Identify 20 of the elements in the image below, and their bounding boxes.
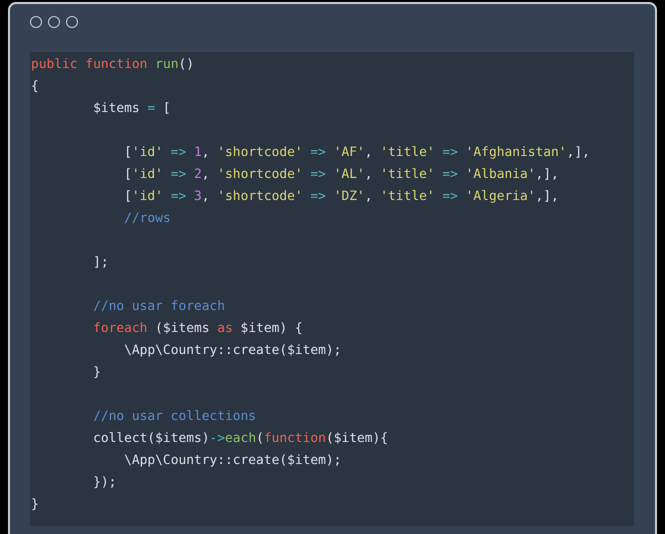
code-line: ['id' => 3, 'shortcode' => 'DZ', 'title' => 'Algeria',], <box>124 189 559 204</box>
code-line: \App\Country::create($item); <box>124 453 342 468</box>
code-line: foreach ($items as $item) { <box>93 321 303 336</box>
code-line: ['id' => 2, 'shortcode' => 'AL', 'title' => 'Albania',], <box>124 167 559 182</box>
window-control-icon[interactable] <box>30 16 42 28</box>
code-line: ['id' => 1, 'shortcode' => 'AF', 'title' => 'Afghanistan',], <box>124 145 590 160</box>
code-line: //no usar collections <box>93 409 256 424</box>
code-line: } <box>31 497 39 512</box>
window-control-icon[interactable] <box>48 16 60 28</box>
code-line: }); <box>93 475 116 490</box>
code-line: $items = [ <box>93 101 171 116</box>
code-line: { <box>31 79 39 94</box>
code-line: ]; <box>93 255 109 270</box>
code-line: } <box>93 365 101 380</box>
code-line: //rows <box>124 211 171 226</box>
code-line: \App\Country::create($item); <box>124 343 342 358</box>
code-line: //no usar foreach <box>93 299 226 314</box>
code-line: public function run() <box>31 57 194 72</box>
window-control-icon[interactable] <box>66 16 78 28</box>
code-line: collect($items)->each(function($item){ <box>93 431 388 446</box>
